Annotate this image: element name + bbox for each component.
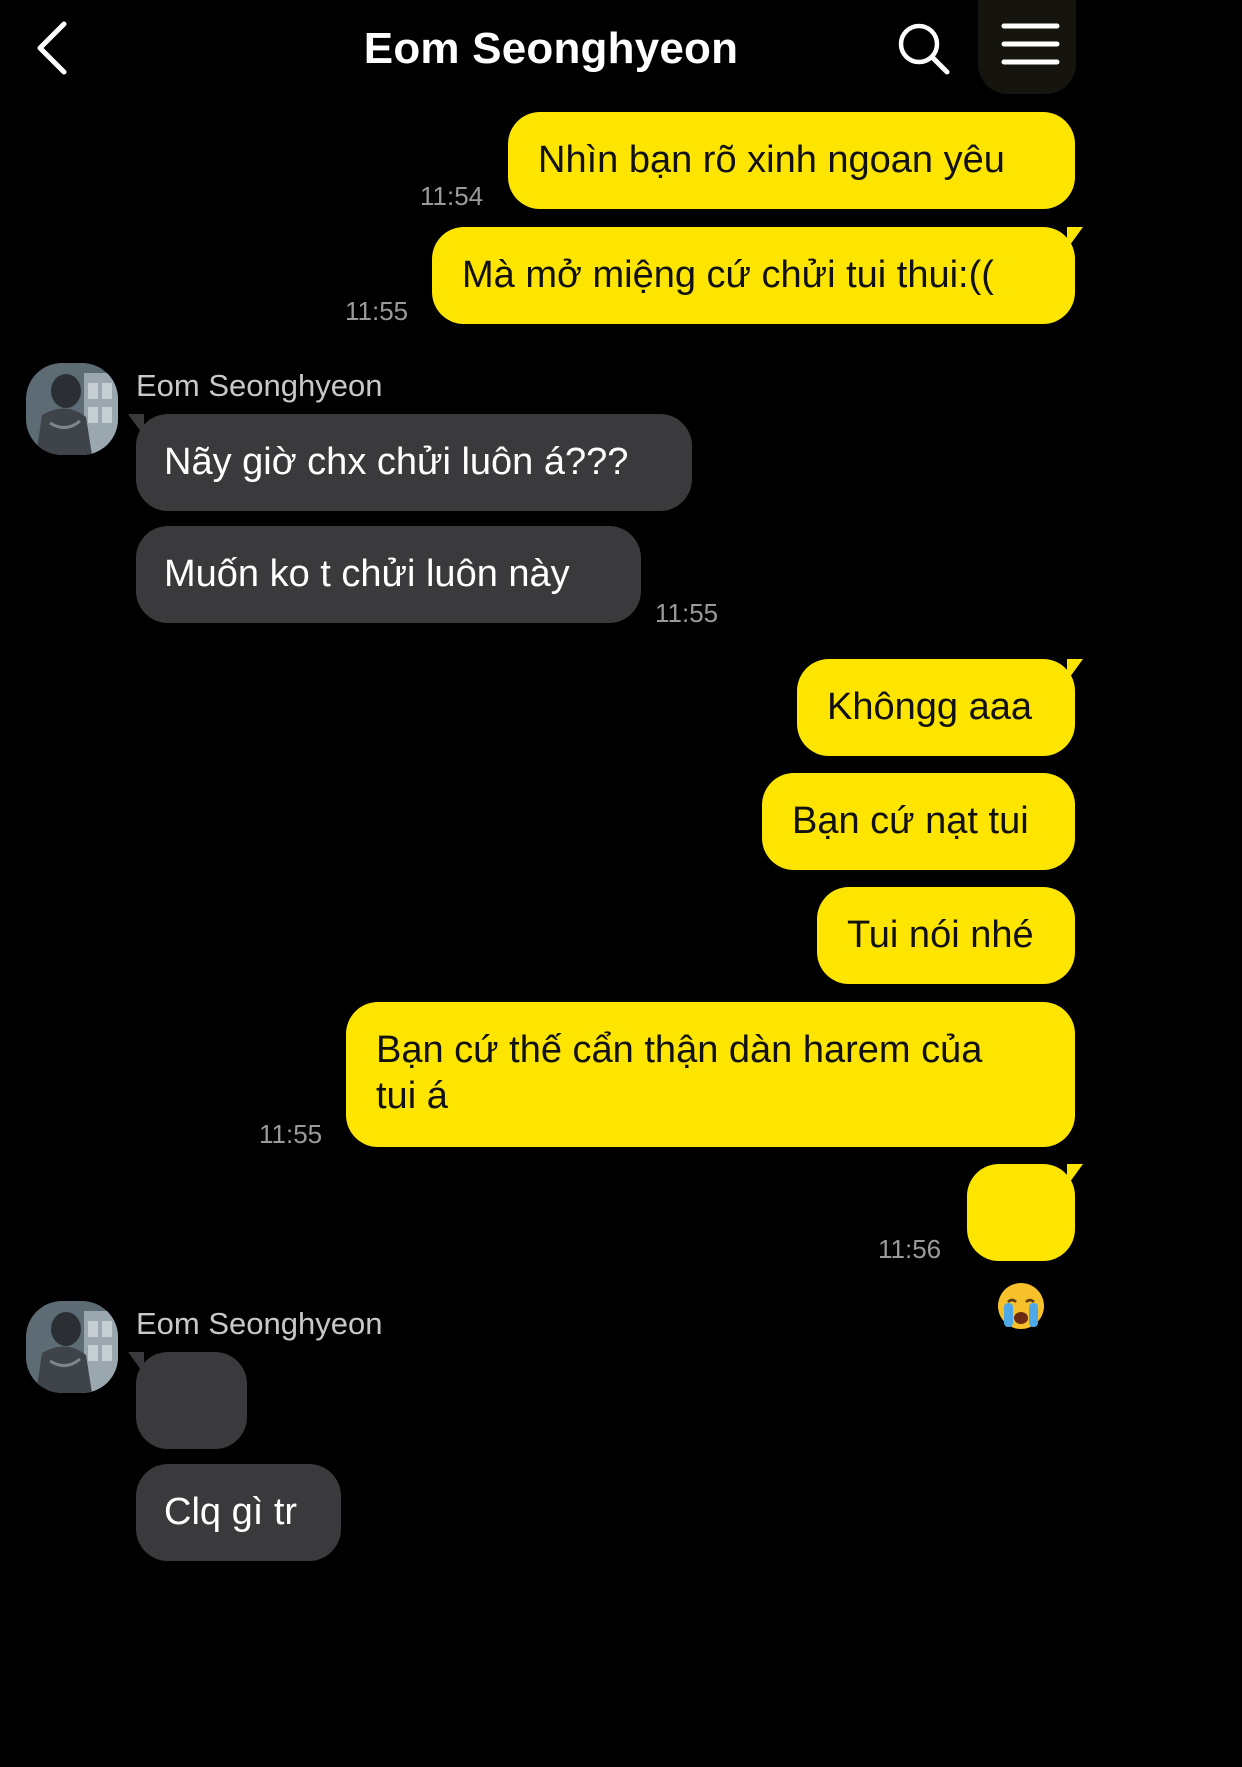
- loudly-crying-face-icon: [998, 1283, 1044, 1329]
- their-message-bubble[interactable]: Clq gì tr: [136, 1464, 341, 1561]
- sender-name: Eom Seonghyeon: [136, 1306, 383, 1341]
- contact-avatar-photo: [26, 363, 118, 455]
- avatar[interactable]: [26, 363, 118, 455]
- their-message-bubble[interactable]: Nãy giờ chx chửi luôn á???: [128, 414, 692, 511]
- my-message-bubble[interactable]: Bạn cứ nạt tui: [762, 773, 1075, 870]
- contact-avatar-photo: [26, 1301, 118, 1393]
- search-icon: [898, 23, 950, 75]
- avatar[interactable]: [26, 1301, 118, 1393]
- message-timestamp: 11:55: [655, 598, 719, 628]
- message-timestamp: 11:55: [345, 296, 409, 326]
- message-timestamp: 11:55: [259, 1119, 323, 1149]
- my-message-bubble[interactable]: Tui nói nhé: [817, 887, 1075, 984]
- message-timestamp: 11:56: [878, 1234, 942, 1264]
- sender-name: Eom Seonghyeon: [136, 368, 383, 403]
- their-message-bubble[interactable]: Muốn ko t chửi luôn này: [136, 526, 641, 623]
- my-emoji-bubble[interactable]: [967, 1164, 1083, 1329]
- chat-header: Eom Seonghyeon: [0, 0, 1102, 100]
- menu-button[interactable]: [978, 0, 1076, 94]
- my-message-bubble[interactable]: Bạn cứ thế cẩn thận dàn harem của tui á: [346, 1002, 1075, 1147]
- message-timestamp: 11:54: [420, 181, 484, 211]
- search-button[interactable]: [893, 18, 955, 80]
- my-message-bubble[interactable]: Khôngg aaa: [797, 659, 1083, 756]
- my-message-bubble[interactable]: Nhìn bạn rõ xinh ngoan yêu: [508, 112, 1075, 209]
- their-emoji-bubble[interactable]: [128, 1352, 247, 1517]
- menu-icon: [1001, 23, 1060, 65]
- my-message-bubble[interactable]: Mà mở miệng cứ chửi tui thui:((: [432, 227, 1083, 324]
